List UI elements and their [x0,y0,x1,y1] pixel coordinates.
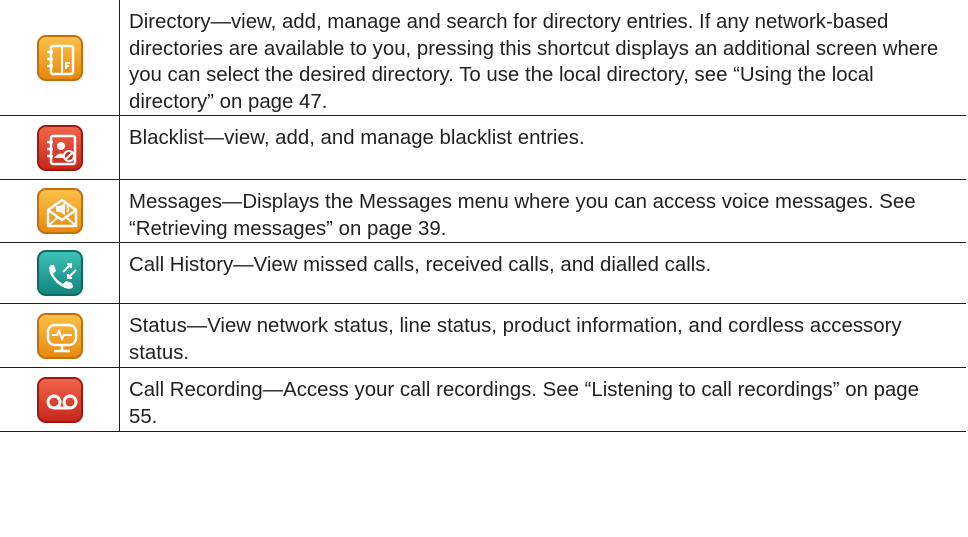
status-description: Status—View network status, line status,… [119,303,966,368]
directory-description: Directory—view, add, manage and search f… [119,0,966,116]
blacklist-description: Blacklist—view, add, and manage blacklis… [119,115,966,180]
messages-description: Messages—Displays the Messages menu wher… [119,179,966,243]
status-icon [36,312,83,359]
table-row: Directory—view, add, manage and search f… [0,0,966,116]
messages-icon [36,188,83,234]
table-row: Status—View network status, line status,… [0,303,966,368]
table-row: Blacklist—view, add, and manage blacklis… [0,115,966,180]
directory-icon [36,34,83,81]
table-row: Call Recording—Access your call recordin… [0,367,966,432]
call-history-icon [36,250,83,296]
call-recording-description: Call Recording—Access your call recordin… [119,367,966,432]
blacklist-icon [36,124,83,171]
feature-shortcuts-table: Directory—view, add, manage and search f… [0,0,966,432]
table-row: Messages—Displays the Messages menu wher… [0,179,966,243]
call-recording-icon [36,376,83,423]
table-row: Call History—View missed calls, received… [0,242,966,304]
call-history-description: Call History—View missed calls, received… [119,242,966,304]
